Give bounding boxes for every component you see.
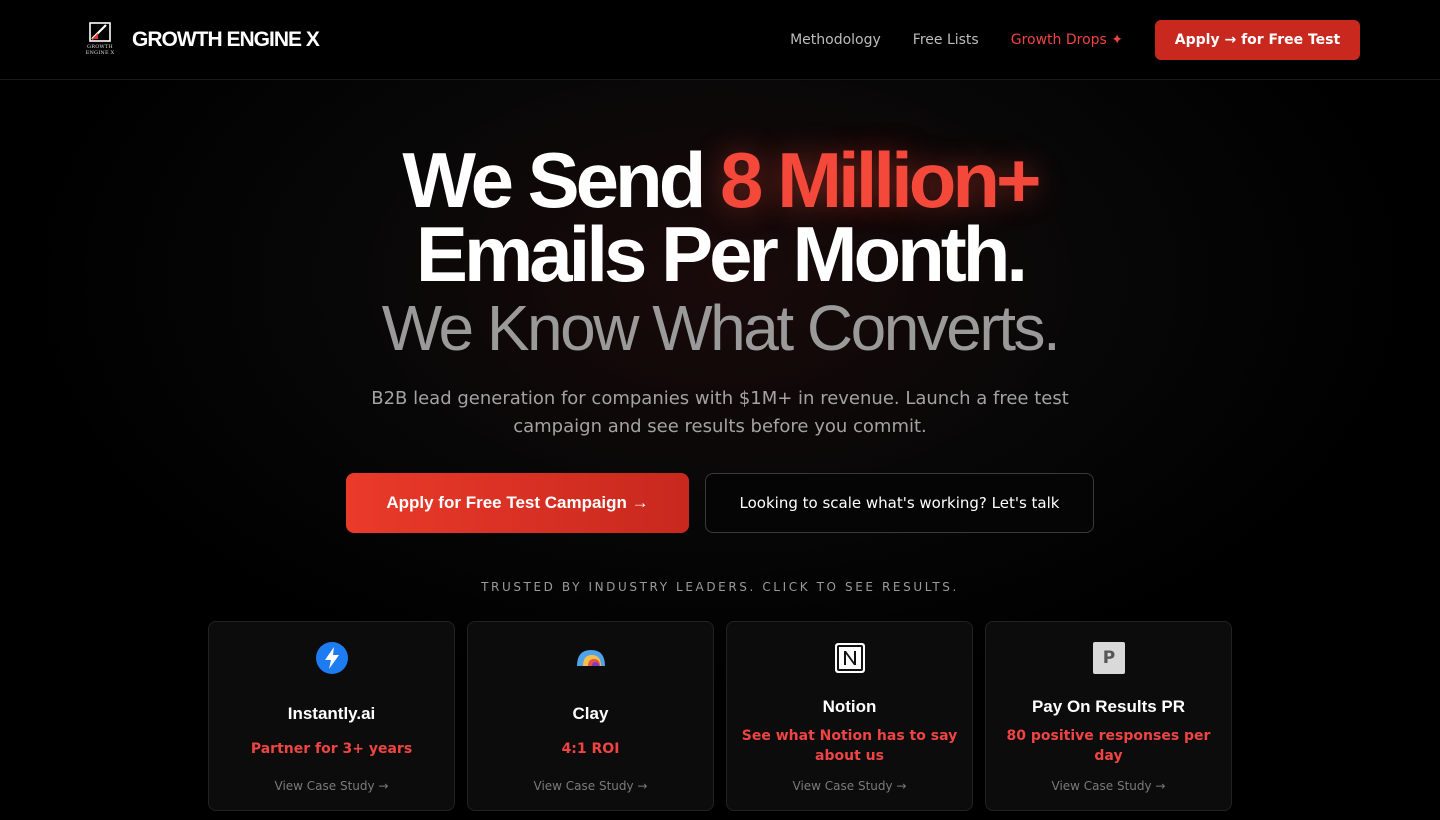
case-card-name: Clay <box>572 704 609 723</box>
headline-line-2: Emails Per Month. <box>415 210 1028 298</box>
view-case-study-link[interactable]: View Case Study → <box>727 779 972 793</box>
case-card-metric: See what Notion has to say about us <box>741 728 958 764</box>
case-card-metric: 80 positive responses per day <box>1006 728 1211 764</box>
nav-growth-drops[interactable]: Growth Drops ✦ <box>1011 20 1123 60</box>
apply-free-test-button[interactable]: Apply → for Free Test <box>1155 20 1360 60</box>
case-card-metric: Partner for 3+ years <box>250 741 413 757</box>
clay-logo-icon <box>577 650 605 666</box>
p-letter-icon: P <box>1093 642 1125 674</box>
hero-lead-text: B2B lead generation for companies with $… <box>371 388 1069 437</box>
case-card-instantly[interactable]: Instantly.ai Partner for 3+ years View C… <box>208 621 455 811</box>
headline-line-1: We Send 8 Million+ <box>0 141 1440 219</box>
lets-talk-button[interactable]: Looking to scale what's working? Let's t… <box>705 473 1094 533</box>
view-case-study-link[interactable]: View Case Study → <box>986 779 1231 793</box>
view-case-study-link[interactable]: View Case Study → <box>468 779 713 793</box>
main-nav: Methodology Free Lists Growth Drops ✦ Ap… <box>790 20 1360 60</box>
notion-logo-icon <box>835 643 865 673</box>
nav-methodology[interactable]: Methodology <box>790 20 881 60</box>
case-card-name: Pay On Results PR <box>1031 697 1186 716</box>
brand-name[interactable]: GROWTH ENGINE X <box>132 27 320 53</box>
hero-section: We Send 8 Million+ Emails Per Month. We … <box>0 80 1440 820</box>
headline-line-3: We Know What Converts. <box>381 292 1061 364</box>
site-header: GROWTH ENGINE X GROWTH ENGINE X Methodol… <box>0 0 1440 80</box>
lightning-icon <box>316 642 348 674</box>
view-case-study-link[interactable]: View Case Study → <box>209 779 454 793</box>
case-card-name: Notion <box>822 697 877 716</box>
case-card-notion[interactable]: Notion See what Notion has to say about … <box>726 621 973 811</box>
apply-free-test-campaign-button[interactable]: Apply for Free Test Campaign → <box>346 473 689 533</box>
brand-logo[interactable]: GROWTH ENGINE X <box>84 22 116 56</box>
logo-mark-icon <box>89 22 111 42</box>
nav-free-lists[interactable]: Free Lists <box>913 20 979 60</box>
trusted-label: TRUSTED BY INDUSTRY LEADERS. CLICK TO SE… <box>481 580 959 594</box>
logo-subtext-2: ENGINE X <box>85 50 115 56</box>
case-card-clay[interactable]: Clay 4:1 ROI View Case Study → <box>467 621 714 811</box>
case-card-name: Instantly.ai <box>287 704 376 723</box>
case-card-metric: 4:1 ROI <box>561 741 620 757</box>
case-card-pay-on-results-pr[interactable]: P Pay On Results PR 80 positive response… <box>985 621 1232 811</box>
